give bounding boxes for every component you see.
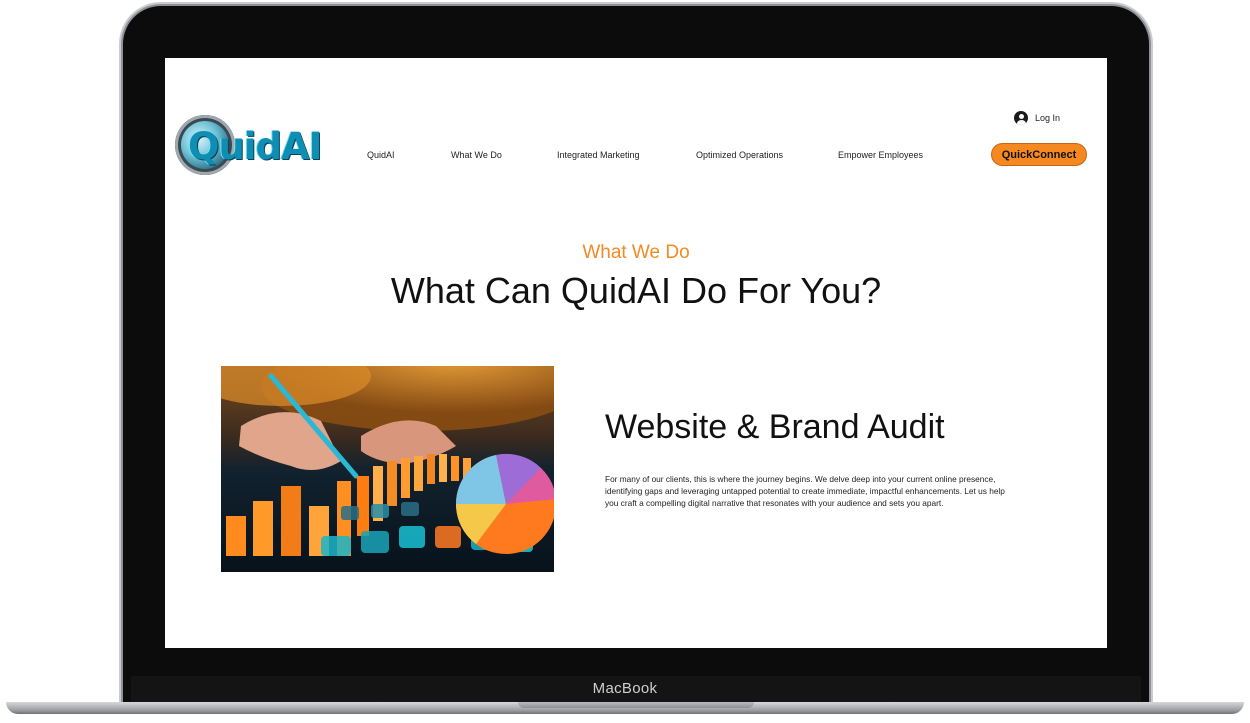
main-nav: QuidAI What We Do Integrated Marketing O…	[165, 150, 1107, 164]
nav-item-optimized-operations[interactable]: Optimized Operations	[696, 150, 783, 160]
laptop-notch	[518, 702, 754, 708]
nav-item-integrated-marketing[interactable]: Integrated Marketing	[557, 150, 640, 160]
quickconnect-button[interactable]: QuickConnect	[991, 143, 1087, 166]
user-icon	[1014, 111, 1028, 125]
feature-title: Website & Brand Audit	[605, 408, 945, 446]
device-brand-label: MacBook	[592, 680, 658, 697]
site-logo[interactable]: QuidAI	[173, 113, 322, 181]
page-headline: What Can QuidAI Do For You?	[390, 270, 882, 311]
nav-item-what-we-do[interactable]: What We Do	[451, 150, 502, 160]
nav-item-quidai[interactable]: QuidAI	[367, 150, 395, 160]
login-button[interactable]: Log In	[1014, 110, 1060, 126]
laptop-mockup: MacBook QuidAI Log In QuidAI What We Do …	[0, 0, 1250, 723]
analytics-photo-icon	[221, 366, 554, 572]
website-screen: QuidAI Log In QuidAI What We Do Integrat…	[165, 58, 1107, 648]
feature-description: For many of our clients, this is where t…	[605, 474, 1005, 509]
section-eyebrow: What We Do	[582, 242, 690, 263]
nav-item-empower-employees[interactable]: Empower Employees	[838, 150, 923, 160]
login-label: Log In	[1035, 113, 1061, 123]
